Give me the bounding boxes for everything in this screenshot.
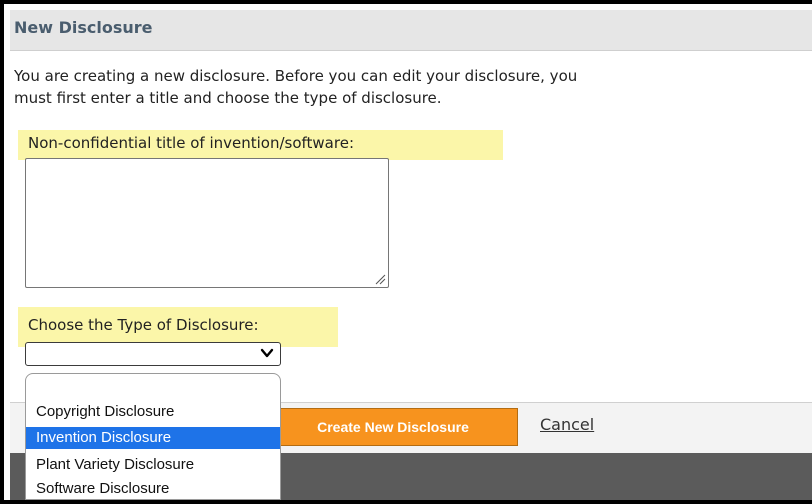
chevron-down-icon — [260, 348, 274, 358]
dialog-title: New Disclosure — [14, 18, 153, 37]
intro-line-1: You are creating a new disclosure. Befor… — [14, 67, 578, 85]
intro-text: You are creating a new disclosure. Befor… — [14, 65, 812, 109]
intro-line-2: must first enter a title and choose the … — [14, 89, 442, 107]
new-disclosure-dialog: New Disclosure You are creating a new di… — [10, 10, 812, 500]
option-copyright-disclosure[interactable]: Copyright Disclosure — [26, 401, 280, 423]
title-textarea[interactable] — [25, 158, 389, 288]
option-plant-variety-disclosure[interactable]: Plant Variety Disclosure — [26, 454, 280, 476]
create-new-disclosure-button[interactable]: Create New Disclosure — [268, 408, 518, 446]
cancel-link[interactable]: Cancel — [540, 415, 594, 434]
type-field-label: Choose the Type of Disclosure: — [28, 316, 259, 334]
dialog-title-bar: New Disclosure — [10, 10, 812, 51]
resize-grip-icon[interactable] — [375, 274, 386, 285]
option-invention-disclosure[interactable]: Invention Disclosure — [26, 427, 280, 449]
title-field-label: Non-confidential title of invention/soft… — [28, 134, 354, 152]
disclosure-type-select[interactable] — [25, 342, 281, 366]
option-software-disclosure[interactable]: Software Disclosure — [26, 478, 280, 499]
disclosure-type-dropdown-list: Copyright Disclosure Invention Disclosur… — [25, 373, 281, 500]
